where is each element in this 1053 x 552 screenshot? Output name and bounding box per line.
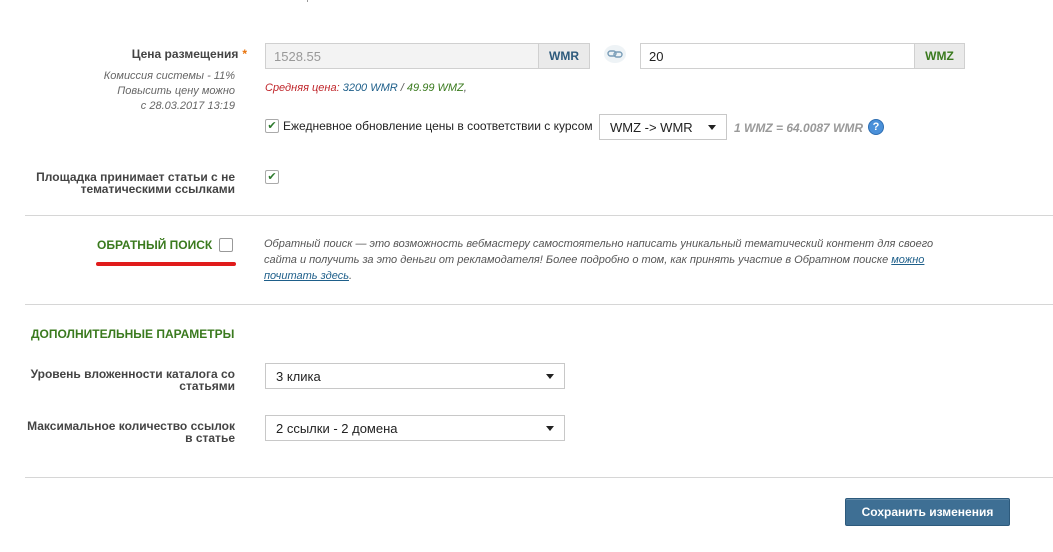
reverse-search-text: Обратный поиск — это возможность вебмаст… — [264, 238, 934, 266]
price-label: Цена размещения * — [60, 47, 247, 61]
link-chain-icon[interactable] — [604, 45, 626, 63]
wmz-currency-label: WMZ — [925, 49, 954, 63]
depth-label-line2: статьями — [179, 379, 235, 393]
chevron-down-icon — [546, 373, 554, 379]
save-changes-label: Сохранить изменения — [861, 505, 994, 519]
daily-update-label: Ежедневное обновление цены в соответстви… — [283, 119, 593, 133]
rate-direction-select[interactable]: WMZ -> WMR — [599, 114, 727, 140]
top-fragment — [302, 0, 308, 2]
divider-1 — [25, 215, 1053, 216]
reverse-search-period: . — [349, 270, 353, 282]
wmr-currency-addon: WMR — [538, 43, 590, 69]
average-price-suffix: , — [463, 82, 467, 94]
average-price: Средняя цена: 3200 WMR / 49.99 WMZ, — [265, 82, 467, 94]
non-thematic-label: Площадка принимает статьи с не тематичес… — [20, 171, 235, 195]
exchange-rate-text: 1 WMZ = 64.0087 WMR — [734, 121, 864, 135]
average-price-prefix: Средняя цена: — [265, 82, 340, 94]
max-links-label-line2: в статье — [185, 431, 235, 445]
price-label-text: Цена размещения — [131, 47, 239, 61]
depth-select[interactable]: 3 клика — [265, 363, 565, 389]
divider-2 — [25, 304, 1053, 305]
divider-3 — [25, 477, 1053, 478]
reverse-search-label: ОБРАТНЫЙ ПОИСК — [97, 238, 213, 252]
average-price-wmr: 3200 WMR — [342, 82, 398, 94]
additional-params-title: ДОПОЛНИТЕЛЬНЫЕ ПАРАМЕТРЫ — [31, 327, 235, 341]
help-icon-glyph: ? — [872, 121, 880, 133]
reverse-search-red-underline — [96, 262, 236, 266]
non-thematic-line2: тематическими ссылками — [80, 182, 235, 196]
wmz-currency-addon: WMZ — [914, 43, 965, 69]
chevron-down-icon — [546, 425, 554, 431]
help-icon[interactable]: ? — [868, 119, 884, 135]
hint-date: с 28.03.2017 13:19 — [140, 100, 235, 112]
hint-commission: Комиссия системы - 11% — [103, 70, 235, 82]
wmz-price-value: 20 — [649, 48, 664, 64]
reverse-search-checkbox[interactable] — [219, 238, 233, 252]
wmr-price-input[interactable]: 1528.55 — [265, 43, 539, 69]
max-links-select[interactable]: 2 ссылки - 2 домена — [265, 415, 565, 441]
hint-raise: Повысить цену можно — [117, 85, 235, 97]
depth-label: Уровень вложенности каталога со статьями — [20, 368, 235, 392]
average-price-wmz: 49.99 WMZ — [406, 82, 464, 94]
non-thematic-checkbox[interactable]: ✔ — [265, 170, 279, 184]
max-links-select-value: 2 ссылки - 2 домена — [276, 420, 398, 436]
chevron-down-icon — [708, 124, 716, 130]
depth-select-value: 3 клика — [276, 368, 321, 384]
wmr-currency-label: WMR — [549, 49, 579, 63]
rate-direction-value: WMZ -> WMR — [610, 119, 693, 135]
reverse-search-description: Обратный поиск — это возможность вебмаст… — [264, 236, 954, 284]
required-mark: * — [242, 47, 247, 61]
max-links-label: Максимальное количество ссылок в статье — [10, 420, 235, 444]
save-changes-button[interactable]: Сохранить изменения — [845, 498, 1010, 526]
price-hint: Комиссия системы - 11% Повысить цену мож… — [40, 69, 235, 114]
wmz-price-input[interactable]: 20 — [640, 43, 916, 69]
wmr-price-value: 1528.55 — [274, 48, 321, 64]
daily-update-checkbox[interactable]: ✔ — [265, 119, 279, 133]
average-price-sep: / — [400, 82, 404, 94]
